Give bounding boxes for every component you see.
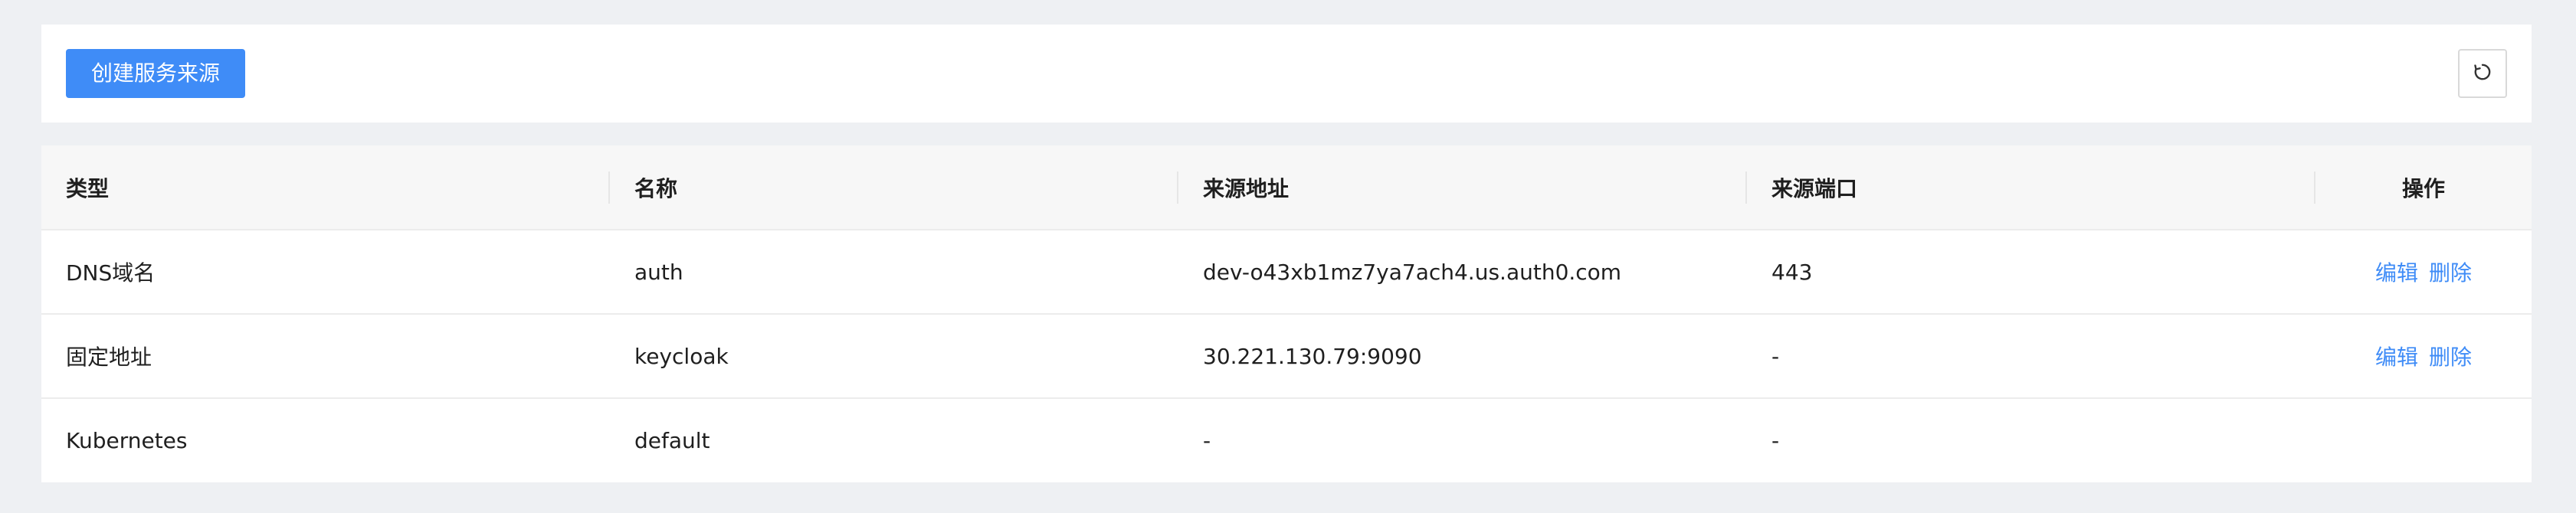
toolbar: 创建服务来源: [41, 25, 2532, 123]
create-service-source-button[interactable]: 创建服务来源: [66, 49, 245, 98]
cell-type: 固定地址: [41, 314, 610, 399]
cell-actions: 编辑 删除: [2315, 314, 2532, 399]
table-header-row: 类型 名称 来源地址 来源端口 操作: [41, 145, 2532, 230]
cell-address: -: [1203, 428, 1211, 453]
table-row: Kubernetes default - -: [41, 398, 2532, 482]
column-header-address: 来源地址: [1178, 145, 1747, 230]
cell-address: 30.221.130.79:9090: [1178, 314, 1747, 399]
cell-port: -: [1771, 428, 1780, 453]
cell-name: keycloak: [610, 314, 1178, 399]
table-row: DNS域名 auth dev-o43xb1mz7ya7ach4.us.auth0…: [41, 230, 2532, 315]
cell-address: dev-o43xb1mz7ya7ach4.us.auth0.com: [1178, 230, 1747, 315]
edit-link[interactable]: 编辑: [2375, 260, 2418, 286]
column-header-actions: 操作: [2315, 145, 2532, 230]
cell-name: auth: [610, 230, 1178, 315]
cell-name: default: [634, 428, 710, 453]
cell-port: 443: [1747, 230, 2315, 315]
cell-actions: [2315, 398, 2532, 482]
cell-actions: 编辑 删除: [2315, 230, 2532, 315]
cell-port: -: [1747, 314, 2315, 399]
table-row: 固定地址 keycloak 30.221.130.79:9090 - 编辑 删除: [41, 314, 2532, 399]
cell-type: Kubernetes: [66, 428, 188, 453]
cell-type: DNS域名: [41, 230, 610, 315]
refresh-icon: [2473, 62, 2492, 85]
edit-link[interactable]: 编辑: [2375, 345, 2418, 370]
column-header-name: 名称: [610, 145, 1178, 230]
service-source-table: 类型 名称 来源地址 来源端口 操作 DNS域名 auth dev-o43xb1…: [41, 145, 2532, 482]
delete-link[interactable]: 删除: [2429, 345, 2472, 370]
delete-link[interactable]: 删除: [2429, 260, 2472, 286]
refresh-button[interactable]: [2458, 49, 2507, 98]
column-header-port: 来源端口: [1747, 145, 2315, 230]
column-header-type: 类型: [41, 145, 610, 230]
